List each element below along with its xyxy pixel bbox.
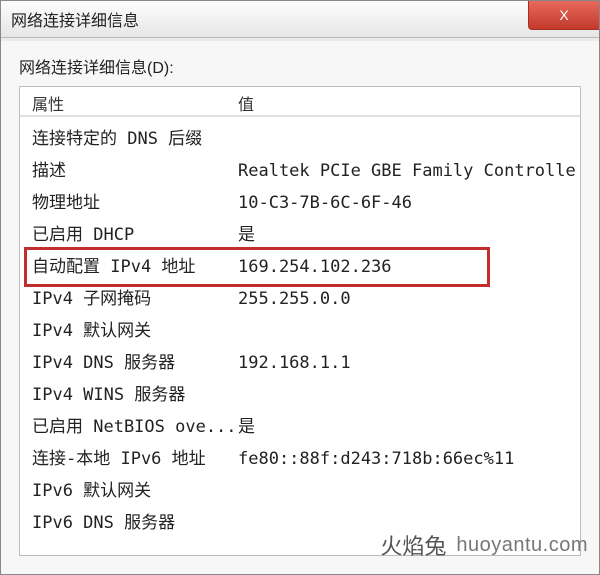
value-cell xyxy=(230,315,580,347)
table-row[interactable]: 自动配置 IPv4 地址169.254.102.236 xyxy=(20,251,580,283)
value-cell: 10-C3-7B-6C-6F-46 xyxy=(230,187,580,219)
property-cell: IPv6 DNS 服务器 xyxy=(20,507,230,539)
property-cell: 连接-本地 IPv6 地址 xyxy=(20,443,230,475)
column-header-value[interactable]: 值 xyxy=(230,87,580,115)
value-cell xyxy=(230,123,580,155)
section-label: 网络连接详细信息(D): xyxy=(19,54,581,78)
property-cell: 自动配置 IPv4 地址 xyxy=(20,251,230,283)
table-row[interactable]: IPv4 子网掩码255.255.0.0 xyxy=(20,283,580,315)
property-cell: IPv4 WINS 服务器 xyxy=(20,379,230,411)
table-row[interactable]: 描述Realtek PCIe GBE Family Controlle xyxy=(20,155,580,187)
close-icon: X xyxy=(559,7,568,23)
dialog-window: 网络连接详细信息 X 网络连接详细信息(D): 属性 值 连接特定的 DNS 后… xyxy=(0,0,600,575)
value-cell: 是 xyxy=(230,219,580,251)
property-cell: IPv6 默认网关 xyxy=(20,475,230,507)
arrow-annotation xyxy=(20,539,581,556)
details-list: 属性 值 连接特定的 DNS 后缀描述Realtek PCIe GBE Fami… xyxy=(19,86,581,556)
value-cell: fe80::88f:d243:718b:66ec%11 xyxy=(230,443,580,475)
table-row[interactable]: 连接-本地 IPv6 地址fe80::88f:d243:718b:66ec%11 xyxy=(20,443,580,475)
value-cell: 169.254.102.236 xyxy=(230,251,580,283)
property-cell: 已启用 NetBIOS ove... xyxy=(20,411,230,443)
columns-header: 属性 值 xyxy=(20,87,580,117)
value-cell xyxy=(230,379,580,411)
value-cell: 是 xyxy=(230,411,580,443)
property-cell: 连接特定的 DNS 后缀 xyxy=(20,123,230,155)
table-row[interactable]: 已启用 DHCP是 xyxy=(20,219,580,251)
table-row[interactable]: IPv4 WINS 服务器 xyxy=(20,379,580,411)
value-cell: 192.168.1.1 xyxy=(230,347,580,379)
value-cell xyxy=(230,507,580,539)
table-row[interactable]: 连接特定的 DNS 后缀 xyxy=(20,123,580,155)
property-cell: 已启用 DHCP xyxy=(20,219,230,251)
property-cell: IPv4 DNS 服务器 xyxy=(20,347,230,379)
titlebar: 网络连接详细信息 X xyxy=(1,1,599,38)
table-row[interactable]: 已启用 NetBIOS ove...是 xyxy=(20,411,580,443)
dialog-body: 网络连接详细信息(D): 属性 值 连接特定的 DNS 后缀描述Realtek … xyxy=(1,38,599,556)
table-row[interactable]: 物理地址10-C3-7B-6C-6F-46 xyxy=(20,187,580,219)
property-cell: IPv4 子网掩码 xyxy=(20,283,230,315)
property-cell: 物理地址 xyxy=(20,187,230,219)
property-cell: IPv4 默认网关 xyxy=(20,315,230,347)
column-header-property[interactable]: 属性 xyxy=(20,87,230,115)
value-cell xyxy=(230,475,580,507)
close-button[interactable]: X xyxy=(528,1,599,30)
value-cell: 255.255.0.0 xyxy=(230,283,580,315)
rows-container: 连接特定的 DNS 后缀描述Realtek PCIe GBE Family Co… xyxy=(20,117,580,539)
window-title: 网络连接详细信息 xyxy=(11,7,139,31)
table-row[interactable]: IPv6 DNS 服务器 xyxy=(20,507,580,539)
table-row[interactable]: IPv4 DNS 服务器192.168.1.1 xyxy=(20,347,580,379)
property-cell: 描述 xyxy=(20,155,230,187)
table-row[interactable]: IPv6 默认网关 xyxy=(20,475,580,507)
value-cell: Realtek PCIe GBE Family Controlle xyxy=(230,155,580,187)
table-row[interactable]: IPv4 默认网关 xyxy=(20,315,580,347)
